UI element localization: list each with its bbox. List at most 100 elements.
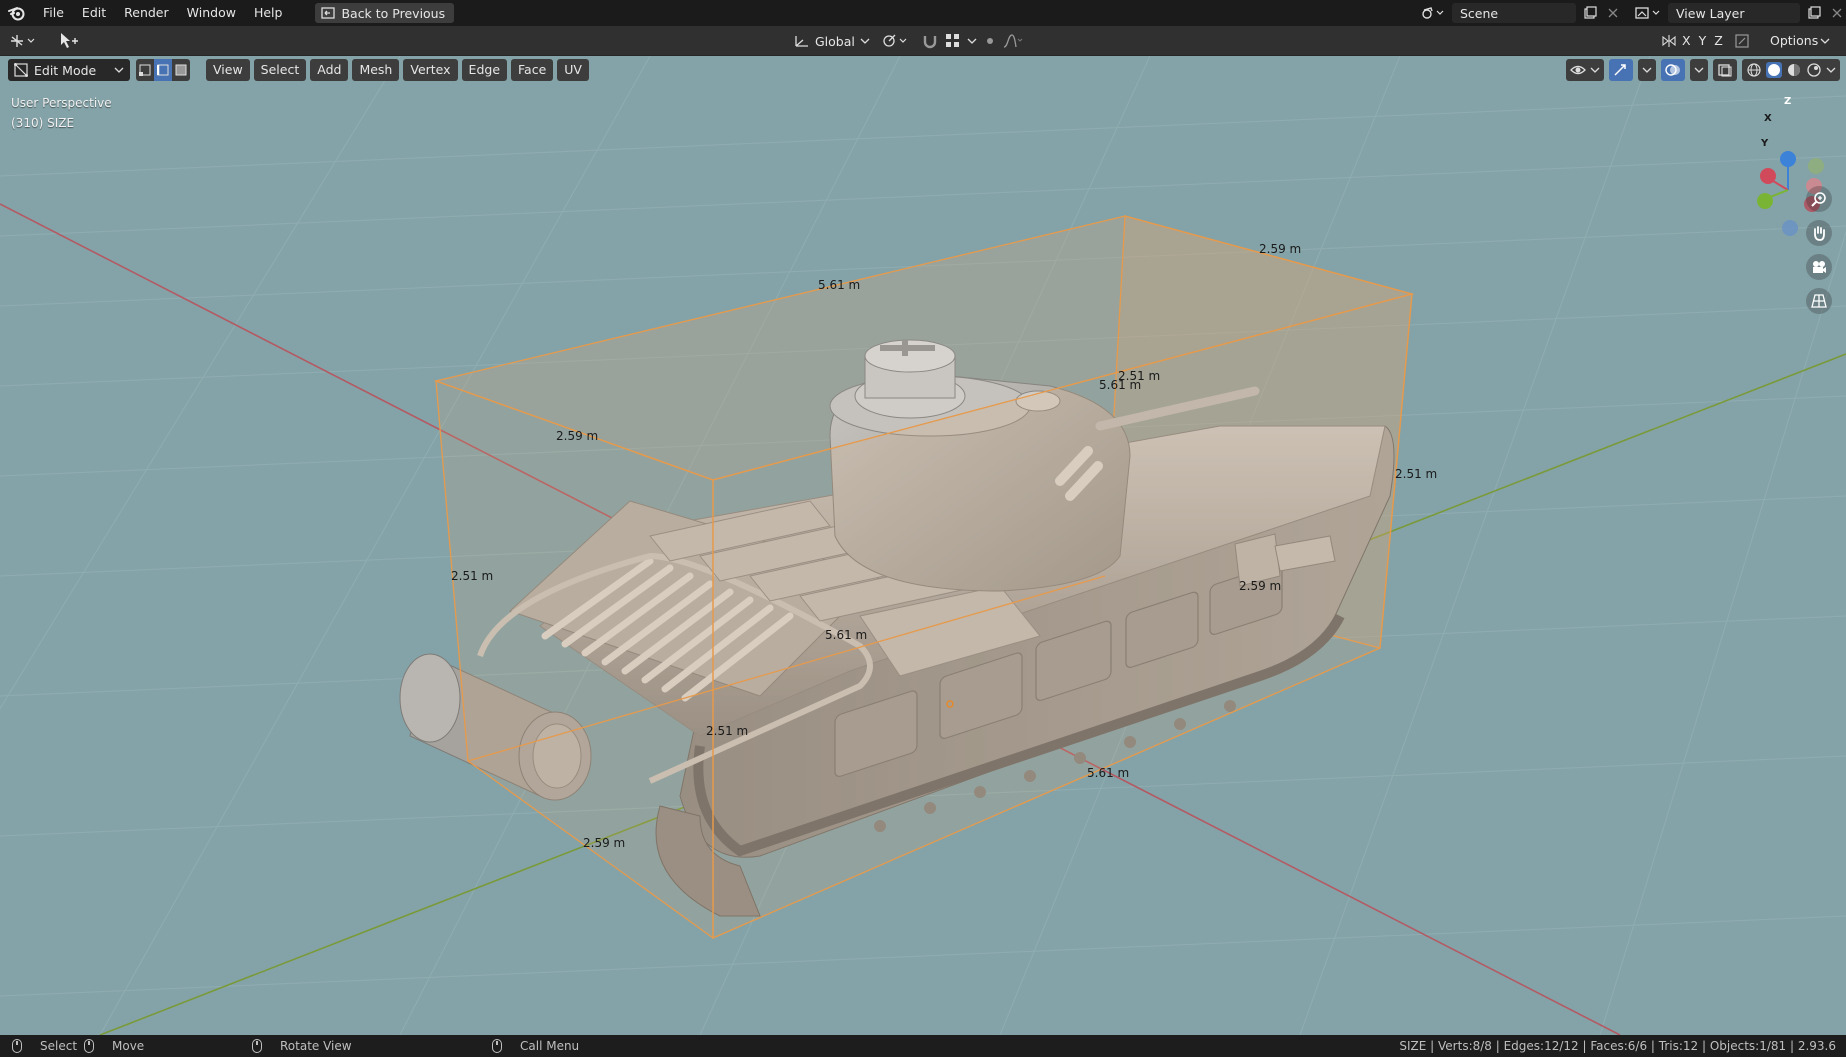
scene-name-field[interactable]: Scene — [1452, 3, 1576, 23]
chevron-down-icon — [1590, 67, 1600, 73]
pan-view-button[interactable] — [1806, 220, 1832, 246]
scene-view-layer-group: Scene View Layer — [1418, 2, 1846, 24]
chevron-down-icon[interactable] — [1826, 66, 1836, 74]
gizmo-toggle[interactable] — [1609, 59, 1633, 81]
chevron-down-icon — [967, 38, 977, 44]
magnet-icon — [923, 36, 937, 49]
options-dropdown[interactable]: Options — [1768, 30, 1830, 52]
editor-type-icon — [11, 35, 35, 47]
zoom-view-button[interactable] — [1806, 186, 1832, 212]
chevron-down-icon — [860, 38, 870, 44]
dimension-label: 2.59 m — [1259, 242, 1302, 256]
viewport-scene — [0, 56, 1846, 1035]
select-mode-group — [136, 59, 190, 81]
status-rotate-text: Rotate View — [280, 1039, 352, 1053]
proportional-editing-toggle[interactable] — [980, 30, 1024, 52]
eye-icon — [1570, 65, 1586, 75]
status-move-text: Move — [112, 1039, 145, 1053]
snap-toggle[interactable] — [918, 30, 980, 52]
status-bar: Select Move Rotate View Call Menu SIZE |… — [0, 1035, 1846, 1057]
menu-add[interactable]: Add — [310, 59, 349, 81]
gizmo-x-label[interactable]: X — [1764, 113, 1772, 124]
status-select-text: Select — [40, 1039, 78, 1053]
interaction-mode-value: Edit Mode — [34, 62, 97, 78]
dimension-label: 2.59 m — [1239, 579, 1282, 593]
active-tool-icon[interactable] — [58, 30, 80, 52]
status-call-menu-text: Call Menu — [520, 1039, 580, 1053]
gizmo-y-label[interactable]: Y — [1761, 138, 1768, 149]
transform-orientation-dropdown[interactable]: Global — [788, 30, 876, 52]
dimension-label: 2.59 m — [556, 429, 599, 443]
menu-select[interactable]: Select — [253, 59, 307, 81]
left-mouse-icon — [12, 1039, 22, 1053]
status-call-menu-hint: Call Menu — [492, 1035, 579, 1057]
perspective-grid-icon — [1811, 294, 1827, 308]
viewport-display-tools — [1566, 59, 1840, 81]
wireframe-shading-icon[interactable] — [1746, 62, 1762, 78]
material-shading-icon[interactable] — [1786, 62, 1802, 78]
3d-viewport[interactable]: Z X Y User Perspective (310) SIZE 5.61 m… — [0, 56, 1846, 1035]
status-rotate-hint: Rotate View — [252, 1035, 352, 1057]
chevron-down-icon — [1694, 67, 1704, 73]
mirror-x-toggle[interactable]: X — [1678, 30, 1695, 52]
menu-vertex[interactable]: Vertex — [403, 59, 458, 81]
transform-orientation-value: Global — [815, 33, 855, 49]
vertex-select-mode-button[interactable] — [136, 59, 154, 81]
gizmo-dropdown[interactable] — [1638, 59, 1656, 81]
top-menu-bar: File Edit Render Window Help Back to Pre… — [0, 0, 1846, 26]
menu-edge[interactable]: Edge — [461, 59, 508, 81]
toggle-perspective-button[interactable] — [1806, 288, 1832, 314]
delete-view-layer-icon[interactable] — [1828, 3, 1846, 23]
gizmo-z-label[interactable]: Z — [1784, 96, 1791, 107]
pivot-point-dropdown[interactable] — [880, 30, 910, 52]
tool-header: Global X Y Z Options — [0, 26, 1846, 56]
gizmo-arrow-icon — [1614, 64, 1626, 76]
editor-type-selector[interactable] — [8, 30, 38, 52]
mirror-y-toggle[interactable]: Y — [1695, 30, 1711, 52]
menu-face[interactable]: Face — [511, 59, 554, 81]
face-select-mode-button[interactable] — [172, 59, 190, 81]
snap-grid-icon — [946, 34, 959, 47]
menu-window[interactable]: Window — [178, 0, 245, 26]
back-to-previous-label: Back to Previous — [341, 5, 446, 21]
hand-icon — [1814, 226, 1825, 241]
back-to-previous-button[interactable]: Back to Previous — [315, 3, 455, 23]
status-select-hint: Select — [12, 1035, 77, 1057]
menu-uv[interactable]: UV — [557, 59, 589, 81]
menu-mesh[interactable]: Mesh — [352, 59, 400, 81]
camera-view-button[interactable] — [1806, 254, 1832, 280]
back-screen-icon — [321, 7, 336, 19]
menu-help[interactable]: Help — [245, 0, 292, 26]
rendered-shading-icon[interactable] — [1806, 62, 1822, 78]
view-layer-name-field[interactable]: View Layer — [1668, 3, 1800, 23]
vertex-select-icon — [139, 64, 151, 76]
view-layer-name-text: View Layer — [1676, 5, 1745, 21]
overlays-toggle[interactable] — [1661, 59, 1685, 81]
delete-scene-icon[interactable] — [1604, 3, 1622, 23]
mirror-z-toggle[interactable]: Z — [1710, 30, 1727, 52]
edge-select-mode-button[interactable] — [154, 59, 172, 81]
viewport-header: Edit Mode View Select Add Mesh Vertex Ed… — [0, 56, 1846, 84]
menu-file[interactable]: File — [34, 0, 73, 26]
edge-select-icon — [157, 64, 169, 76]
scene-selector-icon[interactable] — [1418, 3, 1448, 23]
solid-shading-icon[interactable] — [1766, 62, 1782, 78]
xray-toggle[interactable] — [1713, 59, 1737, 81]
overlays-dropdown[interactable] — [1690, 59, 1708, 81]
view-perspective-label: User Perspective — [11, 96, 112, 110]
menu-render[interactable]: Render — [115, 0, 178, 26]
blender-logo-icon[interactable] — [0, 0, 34, 26]
interaction-mode-dropdown[interactable]: Edit Mode — [8, 59, 130, 81]
menu-edit[interactable]: Edit — [73, 0, 115, 26]
mirror-axes-group: X Y Z — [1660, 30, 1751, 52]
new-scene-icon[interactable] — [1580, 3, 1600, 23]
view-layer-selector-icon[interactable] — [1632, 3, 1664, 23]
visibility-dropdown[interactable] — [1566, 59, 1604, 81]
menu-view[interactable]: View — [206, 59, 250, 81]
new-view-layer-icon[interactable] — [1804, 3, 1824, 23]
pivot-point-icon — [883, 34, 907, 47]
chevron-down-icon — [1642, 67, 1652, 73]
dimension-label: 2.59 m — [583, 836, 626, 850]
face-select-icon — [175, 64, 187, 76]
auto-merge-icon[interactable] — [1733, 32, 1751, 50]
